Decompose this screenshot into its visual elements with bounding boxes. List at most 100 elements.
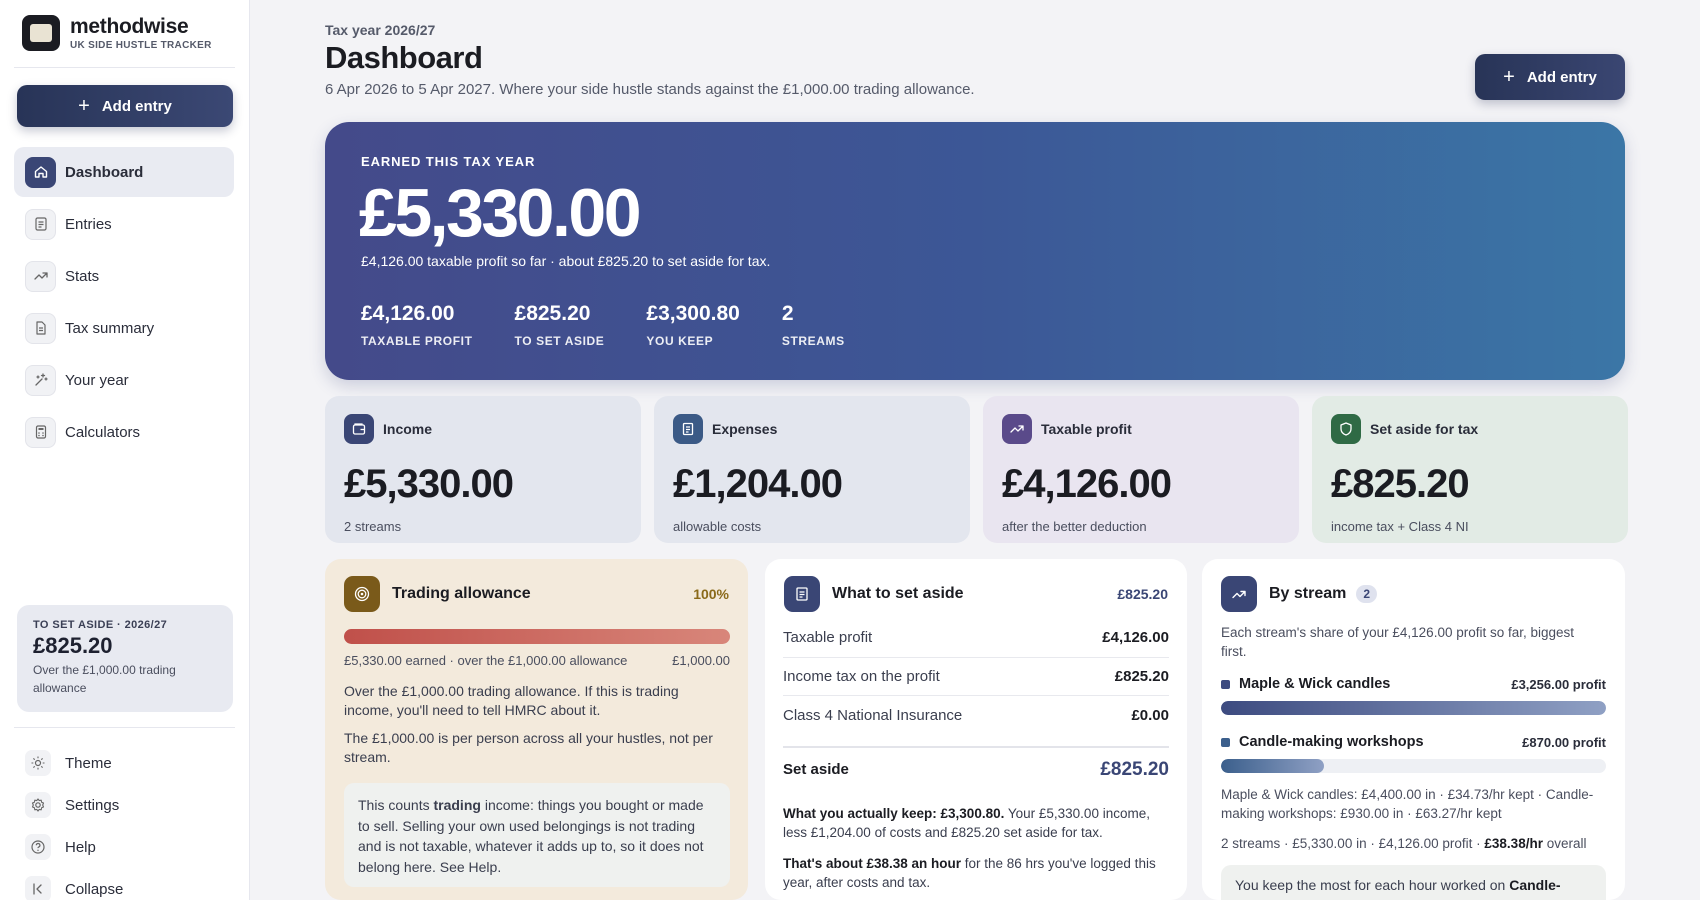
shield-icon <box>1331 414 1361 444</box>
by-stream-panel: By stream 2 Each stream's share of your … <box>1202 559 1625 900</box>
trading-note: This counts trading income: things you b… <box>344 783 730 887</box>
stream-summary: 2 streams · £5,330.00 in · £4,126.00 pro… <box>1221 834 1606 853</box>
sidebar-item-label: Stats <box>65 267 100 285</box>
card-note: income tax + Class 4 NI <box>1331 519 1469 534</box>
income-card[interactable]: Income £5,330.00 2 streams <box>325 396 641 543</box>
wallet-icon <box>344 414 374 444</box>
stream-share-bar <box>1221 701 1606 715</box>
panel-title: Trading allowance <box>392 585 531 602</box>
hero-stat-label: TAXABLE PROFIT <box>361 334 473 348</box>
stream-name: Maple & Wick candles <box>1239 676 1391 692</box>
row-value: £4,126.00 <box>1102 629 1169 647</box>
sidebar-item-label: Entries <box>65 215 112 233</box>
calculator-icon <box>25 416 56 448</box>
card-value: £825.20 <box>1331 462 1470 506</box>
help-icon <box>25 834 51 860</box>
card-value: £4,126.00 <box>1002 462 1172 506</box>
note-text: This counts <box>358 797 434 813</box>
document-icon <box>25 312 56 344</box>
note-bold: Candle- <box>1509 877 1561 893</box>
sidebar-item-label: Dashboard <box>65 163 144 181</box>
card-title: Expenses <box>712 421 778 437</box>
stream-item[interactable]: Maple & Wick candles £3,256.00 profit <box>1221 676 1606 715</box>
allowance-progress-bar <box>344 629 730 644</box>
theme-button[interactable]: Theme <box>14 742 234 784</box>
row-label: Income tax on the profit <box>783 667 940 685</box>
help-button[interactable]: Help <box>14 826 234 868</box>
hero-stat-label: YOU KEEP <box>646 334 714 348</box>
brand[interactable]: methodwise UK SIDE HUSTLE TRACKER <box>22 15 212 51</box>
row-label: Taxable profit <box>783 629 873 647</box>
card-note: after the better deduction <box>1002 519 1147 534</box>
card-title: Set aside for tax <box>1370 421 1479 437</box>
hero-stat-value: £3,300.80 <box>646 302 740 325</box>
add-entry-button[interactable]: + Add entry <box>1475 54 1625 100</box>
stream-item[interactable]: Candle-making workshops £870.00 profit <box>1221 734 1606 773</box>
sidebar-item-dashboard[interactable]: Dashboard <box>14 147 234 197</box>
hourly-paragraph: That's about £38.38 an hour for the 86 h… <box>783 854 1169 892</box>
hero-stat-label: STREAMS <box>781 334 845 348</box>
set-aside-note: Over the £1,000.00 trading allowance <box>33 663 176 695</box>
allowance-limit: £1,000.00 <box>672 653 730 668</box>
card-title: Income <box>383 421 433 437</box>
page-title: Dashboard <box>325 40 483 75</box>
set-aside-top-total: £825.20 <box>1117 586 1168 602</box>
set-aside-total-row: Set aside £825.20 <box>783 746 1169 791</box>
add-entry-label: Add entry <box>1526 68 1597 86</box>
theme-label: Theme <box>65 754 112 772</box>
add-entry-label: Add entry <box>101 97 172 115</box>
card-note: allowable costs <box>673 519 762 534</box>
allowance-percent: 100% <box>693 586 729 602</box>
sidebar-add-entry-button[interactable]: + Add entry <box>17 85 233 127</box>
hero-stat-value: £825.20 <box>514 302 591 325</box>
stream-share-track <box>1221 701 1606 715</box>
row-value: £0.00 <box>1131 706 1169 724</box>
summary-bold: £38.38/hr <box>1484 836 1543 851</box>
stream-share-bar <box>1221 759 1324 773</box>
allowance-earned-text: £5,330.00 earned · over the £1,000.00 al… <box>344 653 628 668</box>
receipt-icon <box>673 414 703 444</box>
set-aside-row: Class 4 National Insurance £0.00 <box>783 696 1169 735</box>
card-value: £1,204.00 <box>673 462 843 506</box>
sidebar-item-tax-summary[interactable]: Tax summary <box>14 303 234 353</box>
stream-count-badge: 2 <box>1356 585 1378 603</box>
main-content: Tax year 2026/27 Dashboard 6 Apr 2026 to… <box>250 0 1700 900</box>
settings-label: Settings <box>65 796 120 814</box>
keep-bold: What you actually keep: £3,300.80. <box>783 806 1005 821</box>
earned-hero-card: EARNED THIS TAX YEAR £5,330.00 £4,126.00… <box>325 122 1625 380</box>
sidebar-item-stats[interactable]: Stats <box>14 251 234 301</box>
set-aside-panel: What to set aside £825.20 Taxable profit… <box>765 559 1187 900</box>
hero-stat-you-keep: £3,300.80 YOU KEEP <box>646 302 739 348</box>
settings-button[interactable]: Settings <box>14 784 234 826</box>
stream-color-dot <box>1221 679 1230 689</box>
keep-paragraph: What you actually keep: £3,300.80. Your … <box>783 804 1169 842</box>
collapse-icon <box>25 876 51 900</box>
brand-name: methodwise <box>70 14 189 38</box>
plus-icon: + <box>78 94 90 117</box>
hero-stat-value: 2 <box>781 302 794 325</box>
hero-stat-taxable-profit: £4,126.00 TAXABLE PROFIT <box>361 302 473 348</box>
divider <box>14 727 235 728</box>
hour-bold: That's about £38.38 an hour <box>783 856 961 871</box>
sidebar-item-label: Your year <box>65 371 129 389</box>
sidebar-item-entries[interactable]: Entries <box>14 199 234 249</box>
by-stream-intro: Each stream's share of your £4,126.00 pr… <box>1221 625 1575 659</box>
stream-detail: Maple & Wick candles: £4,400.00 in · £34… <box>1221 787 1594 821</box>
trend-icon <box>25 260 56 292</box>
receipt-icon <box>784 576 820 612</box>
set-aside-card[interactable]: Set aside for tax £825.20 income tax + C… <box>1312 396 1628 543</box>
expenses-card[interactable]: Expenses £1,204.00 allowable costs <box>654 396 970 543</box>
allowance-paragraph: Over the £1,000.00 trading allowance. If… <box>344 683 679 718</box>
total-value: £825.20 <box>1100 758 1169 780</box>
stream-note: You keep the most for each hour worked o… <box>1221 865 1606 900</box>
target-icon <box>344 576 380 612</box>
sidebar-item-calculators[interactable]: Calculators <box>14 407 234 457</box>
sidebar-item-your-year[interactable]: Your year <box>14 355 234 405</box>
sidebar-item-label: Calculators <box>65 423 141 441</box>
taxable-profit-card[interactable]: Taxable profit £4,126.00 after the bette… <box>983 396 1299 543</box>
collapse-button[interactable]: Collapse <box>14 868 234 900</box>
card-title: Taxable profit <box>1041 421 1132 437</box>
set-aside-amount: £825.20 <box>33 633 113 658</box>
total-label: Set aside <box>783 761 849 778</box>
stream-share-track <box>1221 759 1606 773</box>
